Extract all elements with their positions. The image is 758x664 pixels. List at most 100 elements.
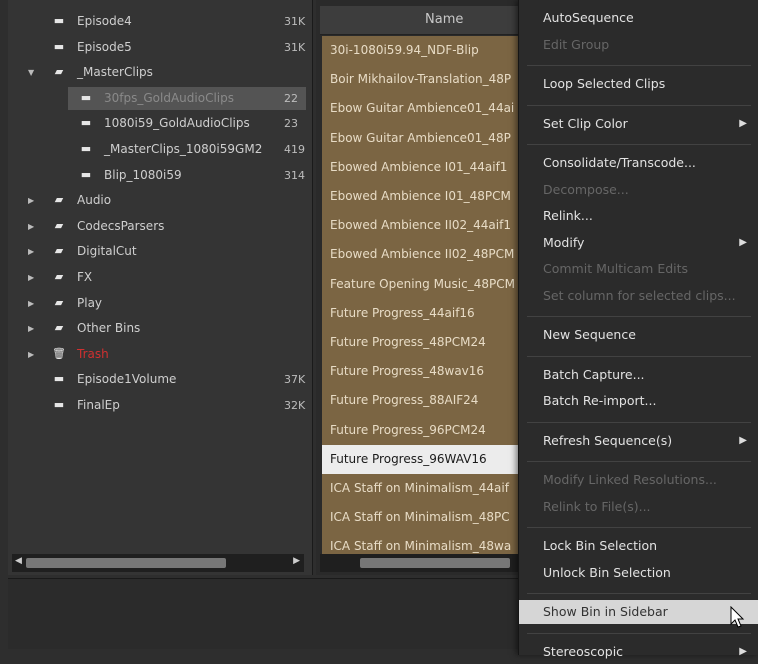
scrollbar-thumb[interactable]	[360, 558, 510, 568]
expand-toggle-icon[interactable]: ▶	[28, 342, 38, 367]
menu-item[interactable]: New Sequence	[519, 323, 758, 347]
bin-name: 1080i59_GoldAudioClips	[104, 116, 250, 131]
bin-size: 23	[284, 117, 298, 131]
bin-size: 31K	[284, 15, 306, 28]
menu-item-label: Edit Group	[543, 36, 610, 52]
scroll-left-icon[interactable]: ◀	[15, 556, 22, 566]
menu-item: Set column for selected clips...	[519, 284, 758, 308]
menu-item[interactable]: Batch Re-import...	[519, 389, 758, 413]
bin-row[interactable]: ▬ 1080i59_GoldAudioClips 23	[8, 111, 312, 136]
bin-row[interactable]: ▬ Episode1Volume 37K	[8, 367, 312, 392]
menu-item[interactable]: Stereoscopic ▶	[519, 640, 758, 664]
menu-item-label: Modify Linked Resolutions...	[543, 472, 717, 487]
menu-item-label: Consolidate/Transcode...	[543, 155, 696, 170]
bin-row[interactable]: ▶ ▰ Audio	[8, 188, 312, 213]
menu-item[interactable]: Consolidate/Transcode...	[519, 151, 758, 175]
clip-row[interactable]: ICA Staff on Minimalism_48wa	[322, 532, 522, 554]
expand-toggle-icon[interactable]: ▶	[28, 188, 38, 213]
bin-icon: ▬	[53, 372, 65, 386]
expand-toggle-icon[interactable]: ▶	[28, 265, 38, 290]
clip-row[interactable]: Ebowed Ambience II02_44aif1	[322, 211, 522, 240]
name-column-header[interactable]: Name	[320, 6, 520, 35]
clip-row[interactable]: 30i-1080i59.94_NDF-Blip	[322, 36, 522, 65]
menu-item-label: Batch Re-import...	[543, 393, 657, 408]
bin-row[interactable]: ▶ 🗑 Trash	[8, 342, 312, 367]
menu-item-label: Unlock Bin Selection	[543, 564, 671, 580]
bin-icon: ▬	[80, 116, 92, 130]
bin-name: Play	[77, 295, 103, 310]
bin-row[interactable]: ▶ ▰ FX	[8, 265, 312, 290]
clip-row[interactable]: Feature Opening Music_48PCM	[322, 270, 522, 299]
clip-row[interactable]: Ebow Guitar Ambience01_44ai	[322, 94, 522, 123]
clip-row[interactable]: ICA Staff on Minimalism_48PC	[322, 503, 522, 532]
clip-row[interactable]: Ebowed Ambience II02_48PCM	[322, 240, 522, 269]
clip-row[interactable]: Ebowed Ambience I01_48PCM	[322, 182, 522, 211]
context-menu: AutoSequence Edit Group Loop Selected Clip…	[518, 0, 758, 659]
expand-toggle-icon[interactable]: ▶	[28, 214, 38, 239]
column-header-label: Name	[425, 12, 464, 27]
bin-size: 22	[284, 91, 298, 105]
bin-tree-scrollbar[interactable]: ◀ ▶	[12, 554, 304, 572]
bin-row[interactable]: ▬ _MasterClips_1080i59GM2 419	[8, 137, 312, 162]
bin-name: FX	[77, 270, 93, 284]
bin-row[interactable]: ▶ ▰ Play	[8, 291, 312, 316]
bin-row[interactable]: ▶ ▰ Other Bins	[8, 316, 312, 341]
menu-item-label: Batch Capture...	[543, 366, 645, 382]
menu-item[interactable]: Lock Bin Selection	[519, 534, 758, 558]
clip-list: 30i-1080i59.94_NDF-Blip Boir Mikhailov-Tr…	[322, 36, 522, 554]
bin-row[interactable]: ▼ ▰ _MasterClips	[8, 60, 312, 85]
scroll-right-icon[interactable]: ▶	[293, 556, 300, 566]
clip-row[interactable]: ICA Staff on Minimalism_44aif	[322, 474, 522, 503]
menu-item[interactable]: Loop Selected Clips	[519, 72, 758, 96]
menu-item[interactable]: AutoSequence	[519, 6, 758, 30]
menu-item[interactable]: Set Clip Color ▶	[519, 112, 758, 136]
bin-icon: ▬	[80, 90, 92, 104]
expand-toggle-icon[interactable]: ▶	[28, 316, 38, 341]
clip-list-scrollbar[interactable]	[320, 554, 522, 572]
clip-row[interactable]: Ebowed Ambience I01_44aif1	[322, 153, 522, 182]
menu-item: Decompose...	[519, 178, 758, 202]
menu-item-label: Show Bin in Sidebar	[543, 604, 668, 619]
bin-size: 419	[284, 143, 305, 156]
menu-item: Relink to File(s)...	[519, 495, 758, 519]
menu-item[interactable]: Unlock Bin Selection	[519, 561, 758, 585]
expand-toggle-icon[interactable]: ▶	[28, 291, 38, 316]
menu-item[interactable]: Refresh Sequence(s) ▶	[519, 429, 758, 453]
menu-item[interactable]: Relink...	[519, 204, 758, 228]
clip-row[interactable]: Future Progress_48PCM24	[322, 328, 522, 357]
expand-toggle-icon[interactable]: ▼	[28, 60, 38, 85]
bin-row[interactable]: ▬ Blip_1080i59 314	[8, 163, 312, 188]
menu-item[interactable]: Batch Capture...	[519, 363, 758, 387]
expand-toggle-icon[interactable]: ▶	[28, 239, 38, 264]
clip-row[interactable]: Future Progress_48wav16	[322, 357, 522, 386]
menu-separator	[527, 355, 751, 357]
menu-item-label: Decompose...	[543, 181, 629, 197]
clip-row[interactable]: Future Progress_96WAV16	[322, 444, 522, 474]
clip-row[interactable]: Boir Mikhailov-Translation_48P	[322, 65, 522, 94]
clip-row[interactable]: Future Progress_88AIF24	[322, 386, 522, 415]
menu-item[interactable]: Modify ▶	[519, 231, 758, 255]
clip-row[interactable]: Future Progress_96PCM24	[322, 416, 522, 445]
bin-name: 30fps_GoldAudioClips	[104, 90, 234, 105]
menu-item-label: Refresh Sequence(s)	[543, 432, 673, 448]
menu-separator	[527, 421, 751, 423]
clip-row[interactable]: Future Progress_44aif16	[322, 299, 522, 328]
scrollbar-thumb[interactable]	[26, 558, 226, 568]
menu-item-label: Set column for selected clips...	[543, 287, 736, 303]
folder-icon: ▰	[54, 270, 64, 283]
bin-row[interactable]: ▬ Episode5 31K	[8, 35, 312, 60]
bin-row[interactable]: ▶ ▰ DigitalCut	[8, 239, 312, 264]
bin-name: _MasterClips_1080i59GM2	[104, 142, 263, 156]
menu-item-label: New Sequence	[543, 327, 636, 342]
bin-row[interactable]: ▬ FinalEp 32K	[8, 393, 312, 418]
menu-item[interactable]: Show Bin in Sidebar	[519, 600, 758, 624]
bin-icon: ▬	[80, 167, 92, 181]
bin-name: FinalEp	[77, 398, 120, 412]
menu-separator	[527, 104, 751, 106]
clip-row[interactable]: Ebow Guitar Ambience01_48P	[322, 124, 522, 153]
bin-row[interactable]: ▬ 30fps_GoldAudioClips 22	[8, 86, 312, 111]
bin-row[interactable]: ▶ ▰ CodecsParsers	[8, 214, 312, 239]
menu-item-label: Lock Bin Selection	[543, 538, 658, 553]
bin-name: Audio	[77, 193, 112, 208]
bin-row[interactable]: ▬ Episode4 31K	[8, 9, 312, 34]
